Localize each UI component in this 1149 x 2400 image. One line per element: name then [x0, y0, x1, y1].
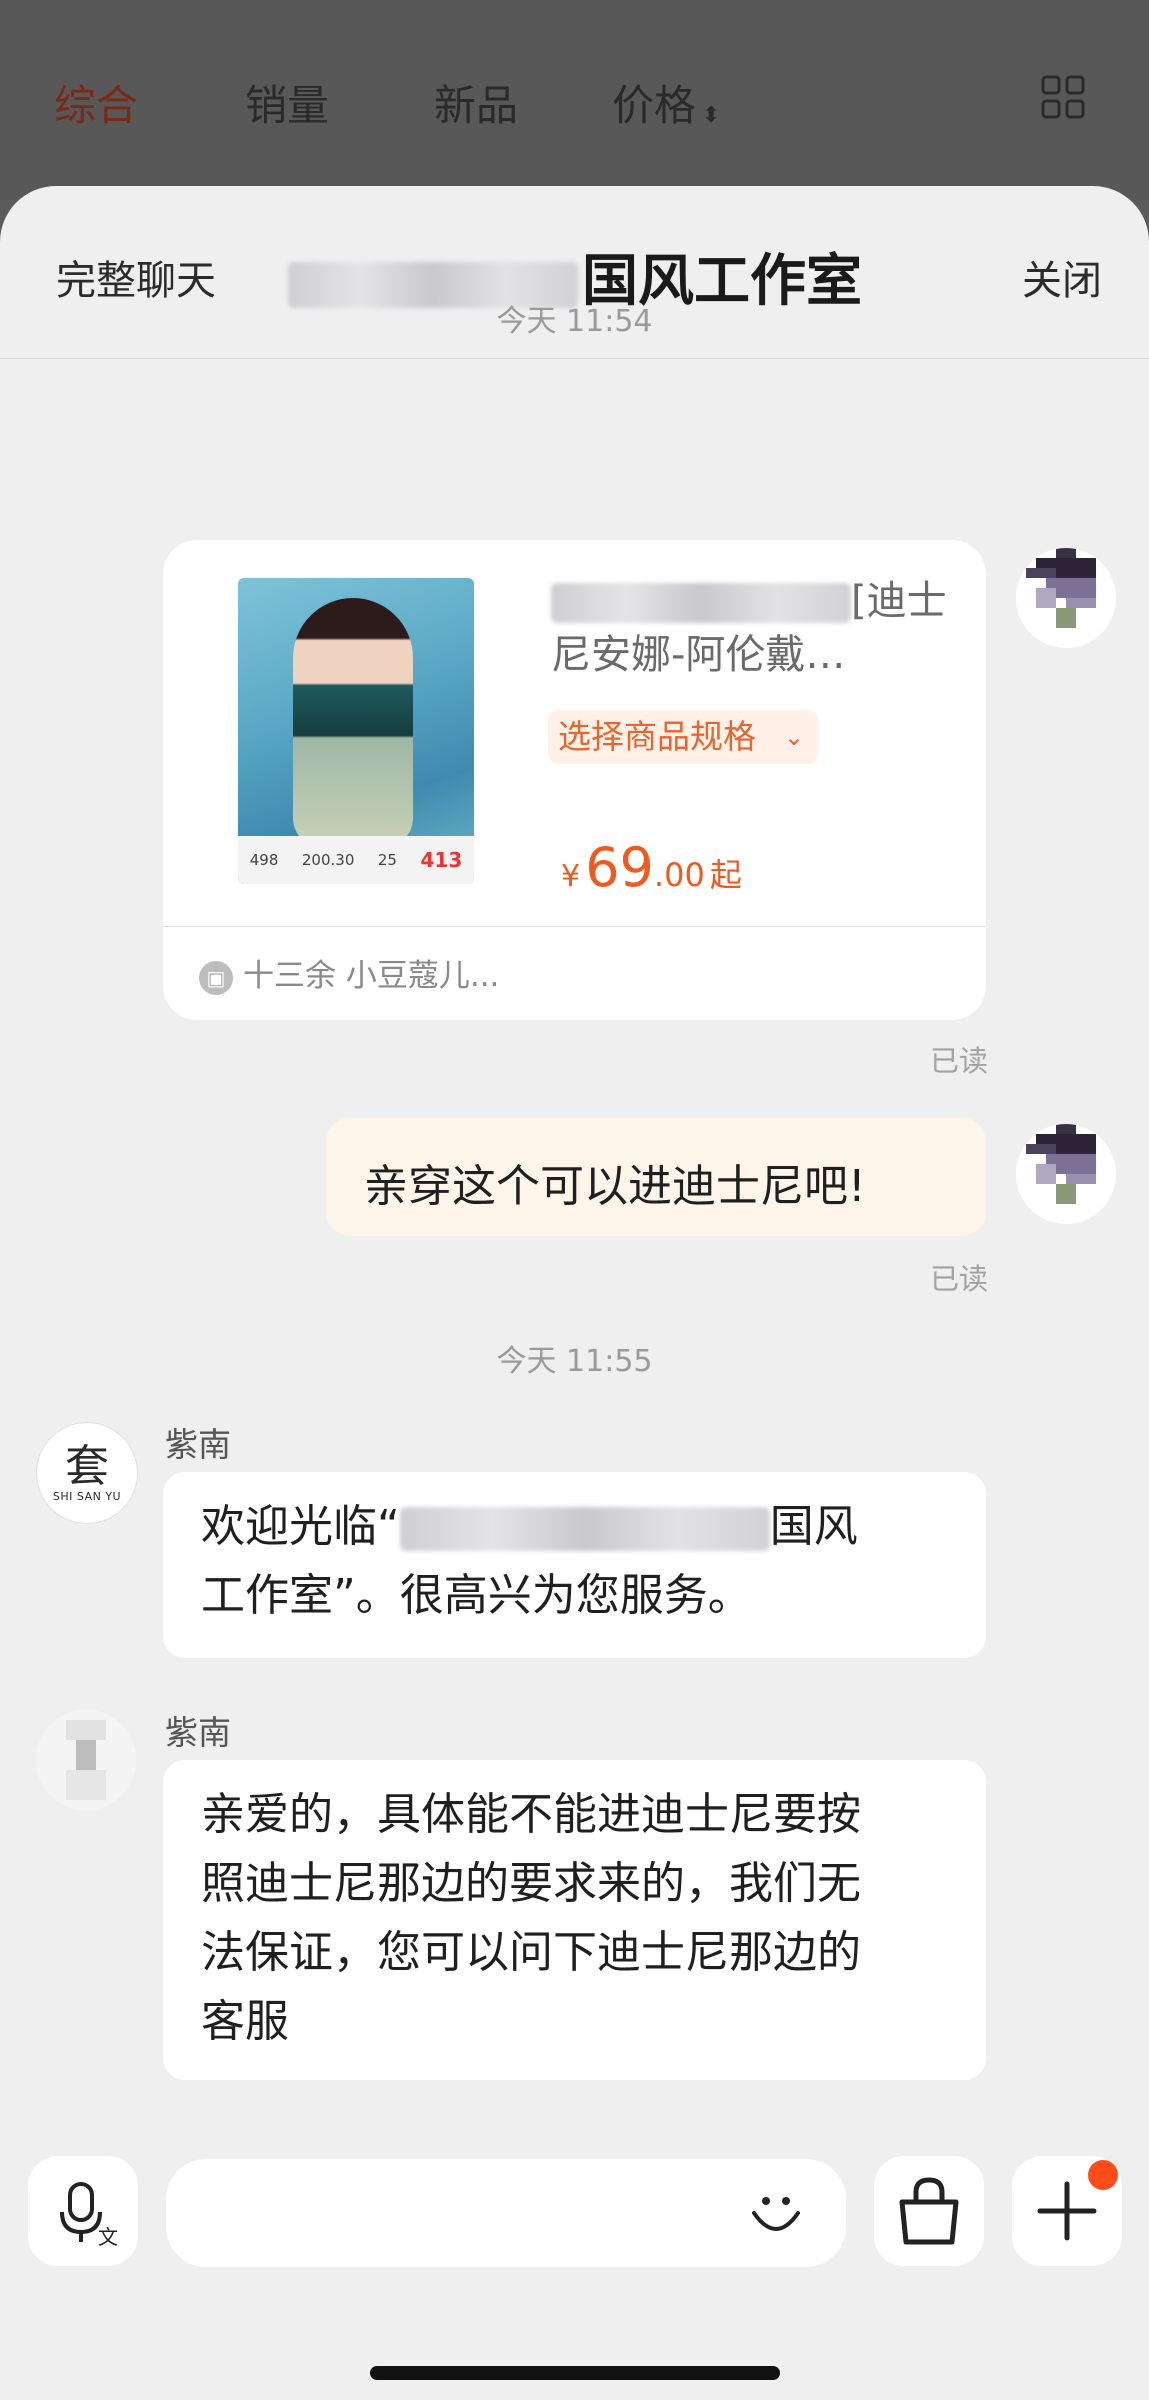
price-decimal: .00	[653, 856, 705, 894]
select-spec-label: 选择商品规格	[558, 717, 756, 756]
product-price: ¥ 69.00 起	[561, 836, 742, 899]
message-text: 国风	[769, 1501, 858, 1552]
product-thumbnail[interactable]: 498 200.30 25 413	[238, 578, 474, 884]
agent-name: 紫南	[165, 1713, 231, 1752]
sort-tab-price-wrap[interactable]: 价格 ⬍	[612, 72, 720, 133]
thumb-stat: 413	[420, 848, 463, 872]
gift-icon: ▣	[199, 960, 233, 995]
sort-tab-comprehensive[interactable]: 综合	[54, 72, 138, 133]
shopping-bag-button[interactable]	[874, 2156, 984, 2266]
notification-dot	[1088, 2160, 1118, 2190]
read-status: 已读	[930, 1262, 989, 1296]
select-spec-button[interactable]: 选择商品规格 ⌄	[548, 710, 818, 764]
chat-sheet: 完整聊天 国风工作室 关闭 今天 11:54 498 200.30 25 413…	[0, 186, 1149, 2400]
thumb-stat: 498	[249, 851, 279, 869]
message-line: 客服	[201, 1996, 289, 2047]
user-avatar[interactable]	[1016, 548, 1116, 648]
sort-tab-price[interactable]: 价格	[612, 81, 696, 130]
outgoing-message-bubble[interactable]: 亲穿这个可以进迪士尼吧!	[326, 1118, 986, 1236]
voice-translate-icon: 文	[60, 2182, 118, 2249]
agent-avatar[interactable]	[36, 1710, 136, 1810]
product-title[interactable]: [迪士尼安娜-阿伦戴…	[551, 574, 971, 682]
voice-button[interactable]: 文	[28, 2156, 138, 2266]
message-input[interactable]	[166, 2159, 846, 2267]
user-avatar[interactable]	[1016, 1124, 1116, 1224]
shop-avatar-glyph: 套	[65, 1440, 109, 1492]
incoming-message-bubble[interactable]: 欢迎光临“ 国风 工作室”。很高兴为您服务。	[163, 1472, 986, 1658]
emoji-icon[interactable]	[746, 2183, 806, 2243]
sort-tab-new[interactable]: 新品	[434, 72, 518, 133]
home-indicator[interactable]	[370, 2366, 780, 2380]
timestamp: 今天 11:55	[496, 1344, 653, 1379]
price-suffix: 起	[709, 856, 742, 894]
price-integer: 69	[585, 836, 654, 899]
product-card-footer[interactable]: ▣ 十三余 小豆蔻儿...	[199, 950, 499, 995]
message-line: 法保证，您可以问下迪士尼那边的	[201, 1927, 861, 1978]
shop-avatar-sub: SHI SAN YU	[52, 1489, 122, 1503]
thumb-stat: 25	[377, 851, 397, 869]
incoming-message-bubble[interactable]: 亲爱的，具体能不能进迪士尼要按 照迪士尼那边的要求来的，我们无 法保证，您可以问…	[163, 1760, 986, 2080]
sort-bar	[0, 0, 1149, 200]
grid-view-icon[interactable]	[1040, 74, 1086, 120]
svg-text:文: 文	[98, 2225, 118, 2249]
sort-arrows-icon: ⬍	[702, 103, 721, 128]
thumb-stat: 200.30	[301, 851, 355, 869]
product-footer-text: 十三余 小豆蔻儿...	[243, 958, 500, 994]
price-currency: ¥	[561, 859, 581, 894]
message-text: 欢迎光临“	[201, 1501, 400, 1552]
product-card[interactable]: 498 200.30 25 413 [迪士尼安娜-阿伦戴… 选择商品规格 ⌄ ¥…	[163, 540, 986, 1020]
chevron-down-icon: ⌄	[783, 723, 804, 751]
shopping-bag-icon	[899, 2177, 959, 2245]
timestamp: 今天 11:54	[496, 304, 653, 339]
shop-avatar[interactable]: 套 SHI SAN YU	[36, 1422, 138, 1524]
message-line: 工作室”。很高兴为您服务。	[201, 1570, 752, 1621]
read-status: 已读	[930, 1044, 989, 1078]
message-line: 欢迎光临“ 国风	[201, 1492, 948, 1561]
divider	[163, 926, 986, 927]
blurred-text	[551, 583, 851, 623]
blurred-shop-name	[399, 1507, 770, 1551]
message-line: 亲爱的，具体能不能进迪士尼要按	[201, 1789, 861, 1840]
sort-tab-sales[interactable]: 销量	[245, 72, 329, 133]
agent-name: 紫南	[165, 1425, 231, 1464]
message-line: 照迪士尼那边的要求来的，我们无	[201, 1858, 861, 1909]
